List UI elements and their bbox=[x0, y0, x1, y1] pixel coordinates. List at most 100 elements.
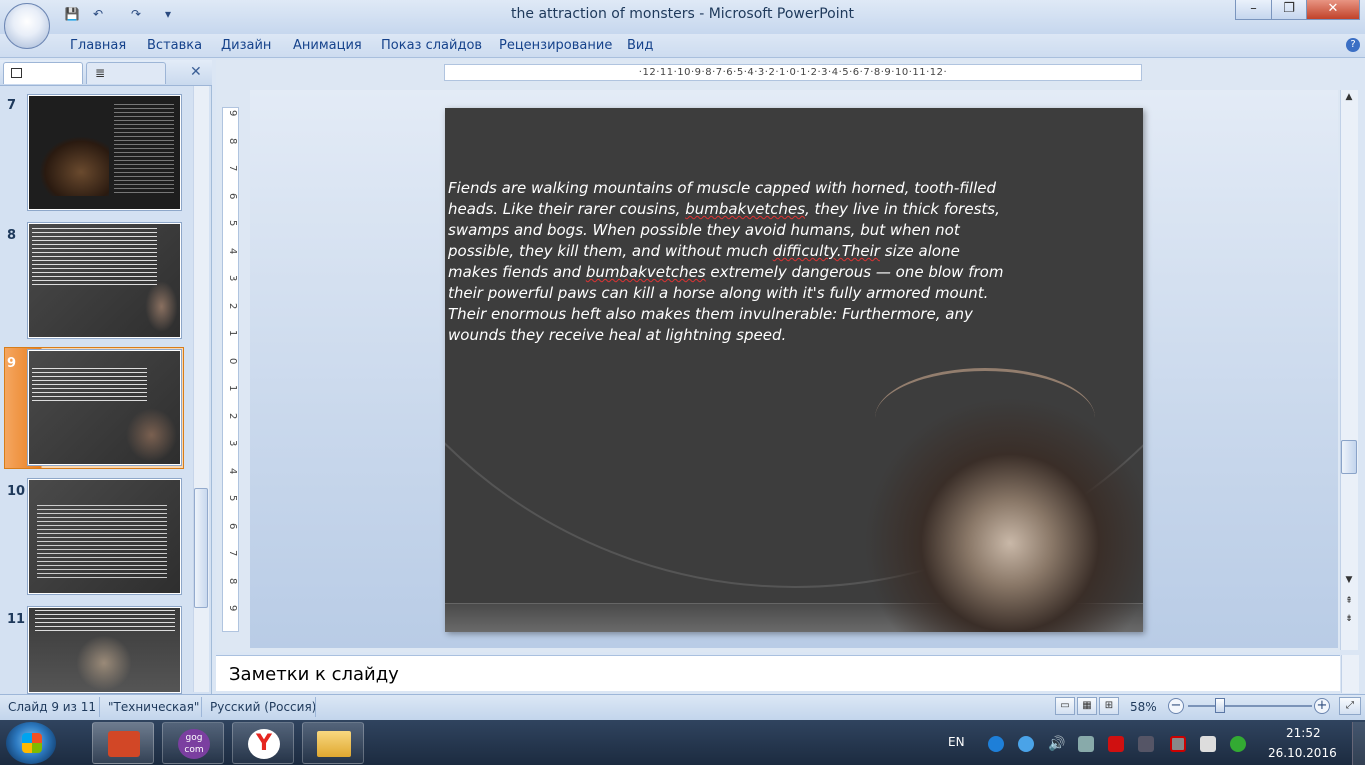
taskbar-gog[interactable]: gog com bbox=[162, 722, 224, 764]
ruler-tick: 9 bbox=[227, 605, 238, 612]
ruler-tick: 4 bbox=[227, 248, 238, 255]
spellcheck-word: bumbakvetches bbox=[685, 200, 806, 218]
slide-sorter-icon[interactable]: ▦ bbox=[1077, 697, 1097, 715]
help-icon[interactable]: ? bbox=[1346, 38, 1360, 52]
redo-icon[interactable]: ↷ bbox=[128, 6, 144, 22]
zoom-in-icon[interactable]: + bbox=[1314, 698, 1330, 714]
next-slide-icon[interactable]: ⇟ bbox=[1341, 614, 1357, 628]
clock-date[interactable]: 26.10.2016 bbox=[1268, 746, 1337, 760]
ruler-tick: 7 bbox=[227, 165, 238, 172]
taskbar-explorer[interactable] bbox=[302, 722, 364, 764]
scroll-down-icon[interactable]: ▼ bbox=[1341, 575, 1357, 589]
customize-quick-access-icon[interactable]: ▾ bbox=[160, 6, 176, 22]
vertical-scrollbar[interactable] bbox=[1340, 90, 1358, 650]
fit-to-window-icon[interactable]: ⤢ bbox=[1339, 697, 1361, 715]
ruler-tick: 6 bbox=[227, 193, 238, 200]
slide-number: 11 bbox=[7, 612, 26, 627]
tab-insert[interactable]: Вставка bbox=[147, 38, 202, 53]
tray-device-icon[interactable] bbox=[1078, 736, 1094, 752]
tab-review[interactable]: Рецензирование bbox=[499, 38, 612, 53]
ruler-tick: 8 bbox=[227, 138, 238, 145]
tab-design[interactable]: Дизайн bbox=[221, 38, 271, 53]
vertical-ruler[interactable]: 9 8 7 6 5 4 3 2 1 0 1 2 3 4 5 6 7 8 9 bbox=[222, 107, 239, 632]
ruler-tick: 8 bbox=[227, 578, 238, 585]
minimize-button[interactable]: – bbox=[1235, 0, 1272, 20]
zoom-level[interactable]: 58% bbox=[1130, 700, 1157, 714]
scroll-up-icon[interactable]: ▲ bbox=[1341, 92, 1357, 106]
restore-button[interactable]: ❐ bbox=[1271, 0, 1307, 20]
tab-slideshow[interactable]: Показ слайдов bbox=[381, 38, 482, 53]
scroll-thumb[interactable] bbox=[1341, 440, 1357, 474]
zoom-slider-thumb[interactable] bbox=[1215, 698, 1225, 713]
text-lines-icon bbox=[114, 104, 174, 194]
slide-thumbnail-9[interactable] bbox=[27, 349, 182, 466]
close-button[interactable]: ✕ bbox=[1306, 0, 1360, 20]
ruler-tick: 6 bbox=[227, 523, 238, 530]
separator bbox=[201, 697, 202, 717]
tray-status-icon[interactable] bbox=[1230, 736, 1246, 752]
spellcheck-word: difficulty.Their bbox=[772, 242, 880, 260]
separator bbox=[99, 697, 100, 717]
tray-network-share-icon[interactable] bbox=[1018, 736, 1034, 752]
slide-thumbnail-11[interactable] bbox=[27, 606, 182, 694]
ruler-tick: 4 bbox=[227, 468, 238, 475]
tray-utility-icon[interactable] bbox=[1138, 736, 1154, 752]
folder-icon bbox=[317, 731, 351, 757]
slide-number: 8 bbox=[7, 228, 17, 243]
tab-slides[interactable] bbox=[3, 62, 83, 84]
input-language[interactable]: EN bbox=[948, 735, 965, 749]
tab-view[interactable]: Вид bbox=[627, 38, 653, 53]
separator bbox=[315, 697, 316, 717]
windows-logo-icon bbox=[22, 733, 42, 753]
volume-icon[interactable]: 🔊 bbox=[1048, 736, 1065, 752]
tray-opera-icon[interactable] bbox=[1108, 736, 1124, 752]
taskbar-powerpoint[interactable] bbox=[92, 722, 154, 764]
slide-number: 9 bbox=[7, 356, 17, 371]
slide-counter: Слайд 9 из 11 bbox=[8, 700, 97, 714]
notes-placeholder[interactable]: Заметки к слайду bbox=[229, 664, 399, 685]
slideshow-view-icon[interactable]: ⊞ bbox=[1099, 697, 1119, 715]
previous-slide-icon[interactable]: ⇞ bbox=[1341, 596, 1357, 610]
clock-time[interactable]: 21:52 bbox=[1286, 726, 1321, 740]
ruler-tick: 1 bbox=[227, 385, 238, 392]
outline-tab-icon: ≣ bbox=[95, 66, 106, 80]
gog-icon: gog com bbox=[178, 729, 210, 759]
save-icon[interactable]: 💾 bbox=[64, 6, 80, 22]
tab-animation[interactable]: Анимация bbox=[293, 38, 362, 53]
normal-view-icon[interactable]: ▭ bbox=[1055, 697, 1075, 715]
ruler-tick: 5 bbox=[227, 220, 238, 227]
status-bar bbox=[0, 694, 1365, 720]
text-lines-icon bbox=[37, 505, 167, 580]
ruler-tick: 3 bbox=[227, 440, 238, 447]
taskbar-yandex-browser[interactable]: Y bbox=[232, 722, 294, 764]
network-icon[interactable] bbox=[1200, 736, 1216, 752]
tab-home[interactable]: Главная bbox=[70, 38, 126, 53]
slide-thumbnail-8[interactable] bbox=[27, 222, 182, 339]
office-button[interactable] bbox=[4, 3, 50, 49]
tray-app-icon[interactable] bbox=[988, 736, 1004, 752]
ruler-tick: 7 bbox=[227, 550, 238, 557]
ruler-tick: 3 bbox=[227, 275, 238, 282]
theme-name[interactable]: "Техническая" bbox=[108, 700, 199, 714]
slide-thumbnail-10[interactable] bbox=[27, 478, 182, 595]
tab-outline[interactable]: ≣ bbox=[86, 62, 166, 84]
notes-scrollbar[interactable] bbox=[1341, 655, 1359, 693]
zoom-out-icon[interactable]: − bbox=[1168, 698, 1184, 714]
show-desktop-button[interactable] bbox=[1352, 722, 1365, 765]
language-indicator[interactable]: Русский (Россия) bbox=[210, 700, 316, 714]
tray-error-icon[interactable] bbox=[1170, 736, 1186, 752]
title-bar bbox=[0, 0, 1365, 34]
close-pane-icon[interactable]: ✕ bbox=[190, 64, 202, 80]
slide-body-text[interactable]: Fiends are walking mountains of muscle c… bbox=[448, 178, 1008, 346]
slide-thumbnail-7[interactable] bbox=[27, 94, 182, 211]
slide-number: 7 bbox=[7, 98, 17, 113]
text-lines-icon bbox=[35, 610, 175, 632]
horizontal-ruler[interactable]: ·12·11·10·9·8·7·6·5·4·3·2·1·0·1·2·3·4·5·… bbox=[444, 64, 1142, 81]
zoom-slider[interactable] bbox=[1188, 705, 1312, 707]
undo-icon[interactable]: ↶ bbox=[90, 6, 106, 22]
monster-image-icon bbox=[124, 406, 179, 464]
ruler-tick: 2 bbox=[227, 303, 238, 310]
figure-image-icon bbox=[74, 633, 134, 692]
slides-pane-scroll-thumb[interactable] bbox=[194, 488, 208, 608]
monster-image-icon bbox=[144, 279, 179, 334]
